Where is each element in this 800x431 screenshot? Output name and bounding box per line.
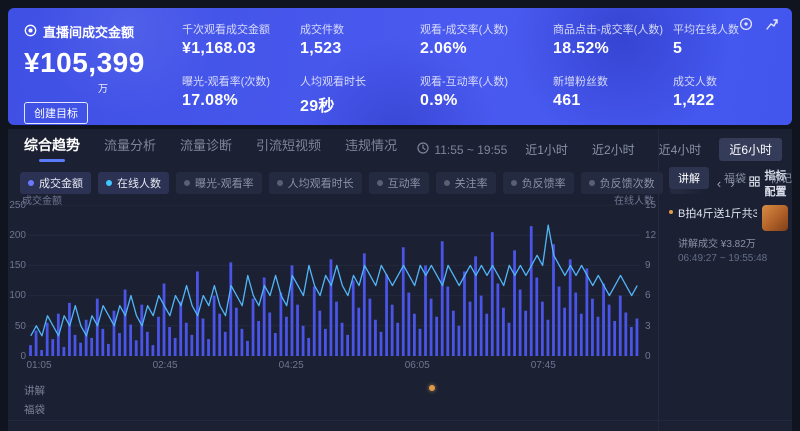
tab-traffic-diagnosis[interactable]: 流量诊断 [180,135,232,154]
chip-dot [277,180,283,186]
side-tab-luckybag[interactable]: 福袋 [715,167,755,189]
trend-chart[interactable] [28,205,640,356]
tab-overall-trend[interactable]: 综合趋势 [24,135,80,162]
primary-metric-label: 直播间成交金额 [43,22,134,41]
y-tick-right: 12 [645,230,656,241]
feedback-icon[interactable] [738,16,754,32]
range-button-1h[interactable]: 近1小时 [519,138,574,161]
side-panel-tabs: 讲解 福袋 标记 [669,167,788,189]
y-tick-left: 100 [9,290,26,301]
primary-metric-unit: 万 [98,80,145,95]
chip-dot [511,180,517,186]
bullet-dot [669,210,673,214]
share-icon[interactable] [764,16,780,32]
clock-icon [417,142,429,157]
time-range-display: 11:55 ~ 19:55 [417,142,507,157]
x-tick: 02:45 [153,360,178,371]
side-panel: 讲解 福袋 标记 B拍4斤送1斤共35-4... 讲解成交 ¥3.82万 06:… [658,129,792,431]
y-tick-left: 200 [9,230,26,241]
chip-dot [106,180,112,186]
tab-short-video[interactable]: 引流短视频 [256,135,321,154]
side-tab-explain[interactable]: 讲解 [669,167,709,189]
chip-interaction-rate[interactable]: 互动率 [369,172,429,194]
nav-tabs: 综合趋势 流量分析 流量诊断 引流短视频 违规情况 [24,135,397,162]
explain-time-range: 06:49:27 ~ 19:55:48 [678,253,788,264]
chip-gmv[interactable]: 成交金额 [20,172,91,194]
chip-dot [589,180,595,186]
chart-canvas [28,205,640,356]
y-tick-left: 50 [15,321,26,332]
y-tick-right: 15 [645,200,656,211]
tab-traffic-analysis[interactable]: 流量分析 [104,135,156,154]
chip-dot [184,180,190,186]
y-tick-right: 6 [645,290,651,301]
y-tick-left: 250 [9,200,26,211]
side-tab-mark[interactable]: 标记 [761,167,800,189]
banner-stats-grid: 千次观看成交金额¥1,168.03 成交件数1,523 观看-成交率(人数)2.… [182,21,773,116]
explain-deal-amount: 讲解成交 ¥3.82万 [678,235,788,250]
stat-cell: 曝光-观看率(次数)17.08% [182,73,300,116]
primary-metric-value: ¥105,399 [24,47,145,79]
product-title: B拍4斤送1斤共35-4... [678,205,757,221]
chip-avg-watch-time[interactable]: 人均观看时长 [269,172,362,194]
stat-cell: 观看-成交率(人数)2.06% [420,21,553,58]
primary-metric: 直播间成交金额 ¥105,399 万 创建目标 [24,22,145,124]
x-tick: 06:05 [405,360,430,371]
tab-violations[interactable]: 违规情况 [345,135,397,154]
explain-marker-dot[interactable] [429,385,435,391]
chip-dot [28,180,34,186]
live-dashboard: 直播间成交金额 ¥105,399 万 创建目标 千次观看成交金额¥1,168.0… [0,0,800,431]
chip-dot [444,180,450,186]
y-tick-right: 0 [645,351,651,362]
stat-cell: 千次观看成交金额¥1,168.03 [182,21,300,58]
y-tick-right: 3 [645,321,651,332]
range-button-2h[interactable]: 近2小时 [586,138,641,161]
product-thumbnail[interactable] [762,205,788,231]
explain-row-track [28,383,640,393]
explain-list-item[interactable]: B拍4斤送1斤共35-4... 讲解成交 ¥3.82万 06:49:27 ~ 1… [669,205,788,264]
x-tick: 01:05 [27,360,52,371]
chip-exposure-view-rate[interactable]: 曝光-观看率 [176,172,262,194]
x-tick: 04:25 [279,360,304,371]
stats-banner: 直播间成交金额 ¥105,399 万 创建目标 千次观看成交金额¥1,168.0… [8,8,792,125]
stat-cell: 商品点击-成交率(人数)18.52% [553,21,673,58]
trend-panel: 综合趋势 流量分析 流量诊断 引流短视频 违规情况 11:55 ~ 19:55 … [8,129,792,431]
create-goal-button[interactable]: 创建目标 [24,102,88,124]
y-tick-left: 150 [9,260,26,271]
x-axis-ticks: 01:05 02:45 04:25 06:05 07:45 [28,360,640,372]
stat-cell: 观看-互动率(人数)0.9% [420,73,553,116]
y-tick-right: 9 [645,260,651,271]
stat-cell: 人均观看时长29秒 [300,73,420,116]
chip-negative-feedback-rate[interactable]: 负反馈率 [503,172,574,194]
stat-cell: 新增粉丝数461 [553,73,673,116]
luckybag-row-track [28,402,640,412]
chip-online-users[interactable]: 在线人数 [98,172,169,194]
stat-cell: 成交人数1,422 [673,73,773,116]
chip-follow-rate[interactable]: 关注率 [436,172,496,194]
chip-dot [377,180,383,186]
chip-negative-feedback-count[interactable]: 负反馈次数 [581,172,663,194]
x-tick: 07:45 [531,360,556,371]
y-tick-left: 0 [20,351,26,362]
stat-cell: 成交件数1,523 [300,21,420,58]
target-icon [24,24,37,40]
